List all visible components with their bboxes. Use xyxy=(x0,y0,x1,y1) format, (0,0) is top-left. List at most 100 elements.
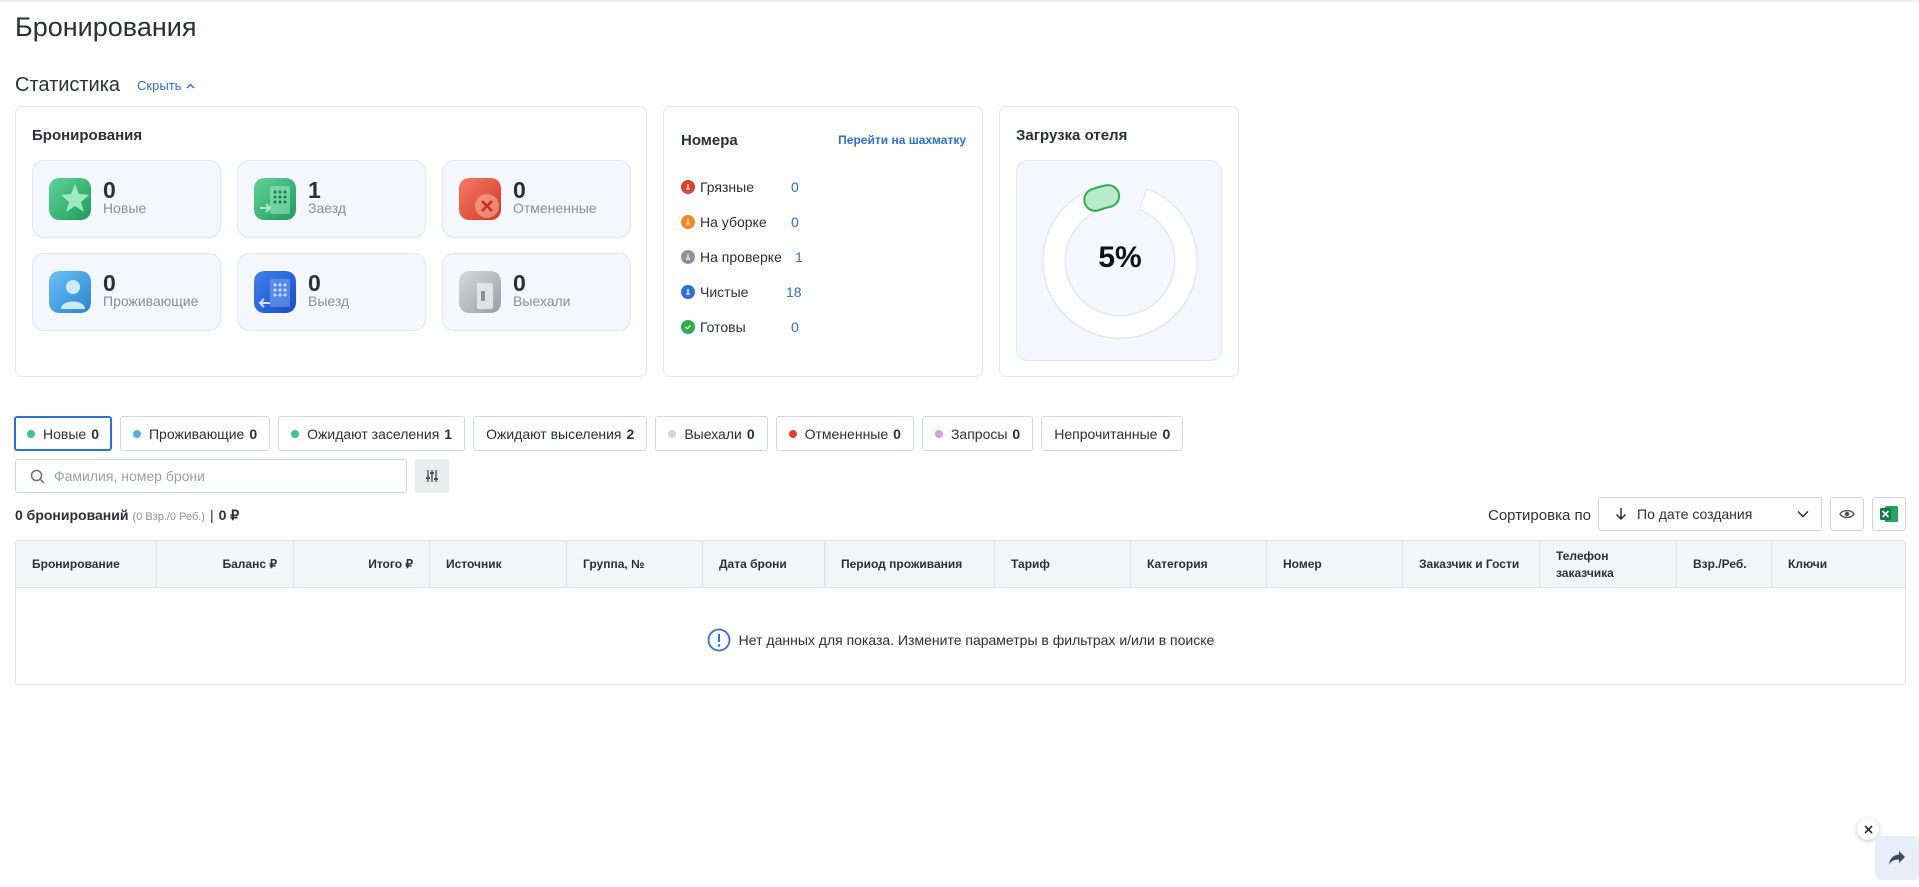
room-row-inspection: На проверке xyxy=(681,249,782,265)
share-widget-button[interactable] xyxy=(1875,836,1919,880)
tile-residing-label: Проживающие xyxy=(103,293,199,309)
tile-check-out-label: Выезд xyxy=(308,293,350,309)
bookings-total: 0 ₽ xyxy=(218,507,240,523)
room-row-label: На проверке xyxy=(700,249,782,265)
status-dot-icon xyxy=(27,429,35,438)
filter-label: Выехали xyxy=(684,425,742,442)
room-row-dirty-value[interactable]: 0 xyxy=(791,179,799,195)
close-widget-button[interactable] xyxy=(1857,818,1879,840)
ready-check-icon xyxy=(681,320,695,334)
hotel-load-gauge: 5% xyxy=(1016,160,1222,361)
room-row-label: Грязные xyxy=(700,179,755,195)
hide-label: Скрыть xyxy=(137,78,182,93)
check-out-door-icon xyxy=(254,271,296,313)
chess-board-link[interactable]: Перейти на шахматку xyxy=(838,133,966,147)
summary-separator: | xyxy=(209,507,214,523)
guest-icon xyxy=(49,271,91,313)
column-header[interactable]: Группа, № xyxy=(567,541,703,588)
room-row-ready-value[interactable]: 0 xyxy=(791,319,799,335)
tile-check-in[interactable]: 1 Заезд xyxy=(237,160,426,238)
sort-value: По дате создания xyxy=(1637,506,1753,522)
rooms-stats-card: Номера Перейти на шахматку Грязные 0 На … xyxy=(663,106,983,377)
filter-cancelled[interactable]: Отмененные 0 xyxy=(775,416,914,451)
column-header[interactable]: Дата брони xyxy=(703,541,825,588)
status-dot-icon xyxy=(132,429,141,438)
filter-label: Запросы xyxy=(950,425,1008,442)
tile-checked-out-label: Выехали xyxy=(513,293,571,309)
room-row-label: Готовы xyxy=(700,319,746,335)
tile-cancelled-label: Отмененные xyxy=(513,200,597,216)
star-icon xyxy=(49,178,91,220)
column-header[interactable]: Тариф xyxy=(995,541,1131,588)
filter-requests[interactable]: Запросы 0 xyxy=(921,416,1034,451)
room-row-cleaning-value[interactable]: 0 xyxy=(791,214,799,230)
room-row-dirty: Грязные xyxy=(681,179,754,195)
column-header[interactable]: Заказчик и Гости xyxy=(1403,541,1540,588)
sort-select[interactable]: По дате создания xyxy=(1598,497,1822,531)
filter-residing[interactable]: Проживающие 0 xyxy=(119,416,271,451)
room-row-clean: Чистые xyxy=(681,284,748,300)
filter-awaiting-check-in[interactable]: Ожидают заселения 1 xyxy=(278,416,466,451)
hotel-load-percent: 5% xyxy=(1098,241,1142,274)
room-row-clean-value[interactable]: 18 xyxy=(786,284,802,300)
eye-icon xyxy=(1839,509,1855,519)
export-excel-button[interactable] xyxy=(1872,497,1906,531)
filter-count: 0 xyxy=(1162,425,1171,442)
column-header[interactable]: Бронирование xyxy=(16,541,157,588)
column-visibility-button[interactable] xyxy=(1830,497,1864,531)
filter-unread[interactable]: Непрочитанные 0 xyxy=(1041,416,1184,451)
statistics-title: Статистика xyxy=(15,74,121,96)
hotel-load-title: Загрузка отеля xyxy=(1016,127,1128,144)
sort-label: Сортировка по xyxy=(1488,507,1591,524)
filter-new[interactable]: Новые 0 xyxy=(14,416,112,451)
tile-residing[interactable]: 0 Проживающие xyxy=(32,253,221,331)
filter-count: 0 xyxy=(91,425,99,442)
bookings-count: 0 бронирований xyxy=(15,507,129,523)
rooms-card-title: Номера xyxy=(681,132,738,149)
tile-cancelled[interactable]: 0 Отмененные xyxy=(442,160,631,238)
arrow-down-icon xyxy=(1615,508,1627,521)
column-header[interactable]: Телефон заказчика xyxy=(1540,541,1677,588)
filter-awaiting-check-out[interactable]: Ожидают выселения 2 xyxy=(473,416,648,451)
dirty-status-icon xyxy=(681,180,695,194)
filter-checked-out[interactable]: Выехали 0 xyxy=(655,416,768,451)
column-header[interactable]: Источник xyxy=(430,541,567,588)
filter-label: Непрочитанные xyxy=(1054,425,1158,442)
room-row-label: На уборке xyxy=(700,214,767,230)
tile-check-out[interactable]: 0 Выезд xyxy=(237,253,426,331)
page-title: Бронирования xyxy=(15,12,197,42)
room-row-inspection-value[interactable]: 1 xyxy=(795,249,803,265)
filter-count: 0 xyxy=(746,425,755,442)
column-header[interactable]: Период проживания xyxy=(825,541,995,588)
column-header[interactable]: Итого ₽ xyxy=(294,541,430,588)
door-closed-icon xyxy=(459,271,501,313)
tile-checked-out[interactable]: 0 Выехали xyxy=(442,253,631,331)
filter-count: 0 xyxy=(249,425,258,442)
tile-new[interactable]: 0 Новые xyxy=(32,160,221,238)
info-icon xyxy=(707,628,731,652)
column-header[interactable]: Взр./Реб. xyxy=(1677,541,1772,588)
filter-count: 1 xyxy=(444,425,453,442)
hide-statistics-link[interactable]: Скрыть xyxy=(137,78,195,93)
hotel-load-card: Загрузка отеля 5% xyxy=(999,106,1239,377)
room-row-label: Чистые xyxy=(700,284,749,300)
clean-status-icon xyxy=(681,285,695,299)
search-input[interactable] xyxy=(54,468,394,484)
column-header[interactable]: Категория xyxy=(1131,541,1267,588)
sliders-icon xyxy=(426,470,438,482)
advanced-filter-button[interactable] xyxy=(415,459,449,493)
table-header: Бронирование Баланс ₽ Итого ₽ Источник Г… xyxy=(16,541,1905,588)
filter-label: Ожидают выселения xyxy=(486,425,622,442)
status-dot-icon xyxy=(934,429,943,438)
filter-count: 0 xyxy=(1012,425,1021,442)
column-header[interactable]: Номер xyxy=(1267,541,1403,588)
column-header[interactable]: Баланс ₽ xyxy=(157,541,294,588)
filter-label: Новые xyxy=(43,425,87,442)
room-row-cleaning: На уборке xyxy=(681,214,767,230)
status-filters: Новые 0 Проживающие 0 Ожидают заселения 1 О… xyxy=(14,416,1191,451)
column-header[interactable]: Ключи xyxy=(1772,541,1905,588)
excel-icon xyxy=(1880,506,1898,522)
check-in-door-icon xyxy=(254,178,296,220)
bookings-table: Бронирование Баланс ₽ Итого ₽ Источник Г… xyxy=(15,540,1906,685)
bookings-stats-card: Бронирования 0 Новые 1 Заезд 0 Отмененны… xyxy=(15,106,647,377)
